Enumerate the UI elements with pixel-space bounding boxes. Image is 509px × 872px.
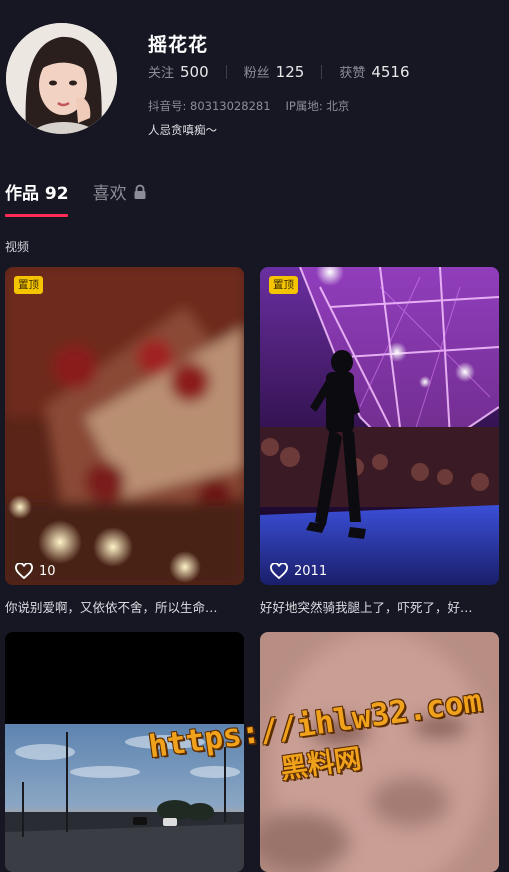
stat-followers-label: 粉丝 — [243, 66, 270, 81]
video-thumbnail — [5, 267, 244, 585]
tab-likes[interactable]: 喜欢 — [93, 179, 147, 204]
stat-following-label: 关注 — [148, 66, 175, 81]
profile-bio: 人忌贪嗔痴～ — [148, 123, 217, 137]
stat-followers-value: 125 — [275, 63, 305, 81]
tab-works[interactable]: 作品 92 — [5, 179, 69, 204]
active-tab-indicator — [5, 214, 68, 217]
lock-icon — [134, 184, 146, 199]
stat-following-value: 500 — [180, 63, 209, 81]
profile-name: 摇花花 — [148, 34, 209, 56]
profile-meta: 抖音号: 80313028281 IP属地: 北京 — [148, 98, 349, 114]
avatar[interactable] — [6, 23, 117, 134]
stat-followers[interactable]: 粉丝 125 — [244, 62, 305, 81]
video-caption[interactable]: 好好地突然骑我腿上了，吓死了，好… — [260, 597, 499, 616]
video-card[interactable] — [260, 632, 499, 872]
stat-likes-received-value: 4516 — [371, 63, 410, 81]
avatar-photo — [6, 23, 117, 134]
video-likes: 10 — [15, 563, 56, 579]
tab-likes-label: 喜欢 — [92, 184, 127, 204]
video-thumbnail — [5, 632, 244, 872]
pinned-badge: 置顶 — [269, 276, 298, 294]
video-thumbnail — [260, 632, 499, 872]
section-label-videos: 视频 — [5, 240, 30, 254]
profile-tabs: 作品 92 喜欢 — [5, 179, 147, 204]
stat-likes-received-label: 获赞 — [339, 66, 366, 81]
video-likes-count: 10 — [39, 563, 56, 579]
ip-location: IP属地: 北京 — [285, 99, 350, 113]
stat-divider — [225, 64, 227, 79]
video-thumbnail — [260, 267, 499, 585]
video-card[interactable] — [5, 632, 244, 872]
heart-icon — [15, 563, 33, 579]
douyin-id[interactable]: 抖音号: 80313028281 — [148, 98, 271, 114]
profile-stats: 关注 500 粉丝 125 获赞 4516 — [148, 62, 410, 81]
heart-icon — [270, 563, 288, 579]
stat-divider — [321, 64, 323, 79]
pinned-badge: 置顶 — [14, 276, 43, 294]
video-caption[interactable]: 你说别爱啊，又依依不舍，所以生命… — [5, 597, 244, 616]
video-card[interactable]: 置顶 10 — [5, 267, 244, 585]
video-likes-count: 2011 — [294, 563, 328, 579]
video-likes: 2011 — [270, 563, 327, 579]
stat-likes-received[interactable]: 获赞 4516 — [339, 62, 409, 81]
stat-following[interactable]: 关注 500 — [148, 62, 209, 81]
video-card[interactable]: 置顶 2011 — [260, 267, 499, 585]
